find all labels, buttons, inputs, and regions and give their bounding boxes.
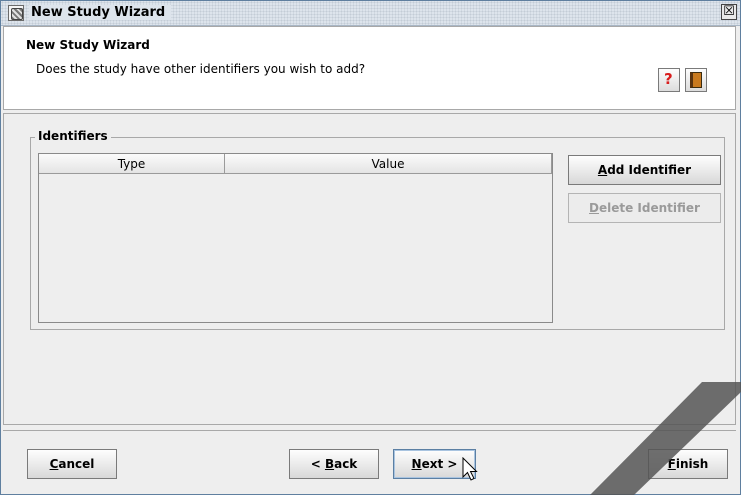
book-button[interactable]: [685, 68, 707, 92]
add-identifier-button[interactable]: Add Identifier: [568, 155, 721, 185]
next-mnemonic: N: [411, 457, 422, 471]
close-button[interactable]: ☒: [721, 4, 737, 20]
back-mnemonic: B: [324, 457, 335, 471]
cancel-button[interactable]: Cancel: [27, 449, 117, 479]
identifiers-group-label: Identifiers: [35, 129, 111, 143]
book-icon: [690, 72, 702, 88]
app-icon: [8, 5, 24, 21]
back-prefix: <: [310, 457, 325, 471]
back-button[interactable]: < Back: [289, 449, 379, 479]
corner-slash-decoration: [590, 382, 741, 495]
delete-identifier-label: elete Identifier: [598, 201, 700, 215]
next-label: ext >: [421, 457, 458, 471]
header-title: New Study Wizard: [26, 38, 150, 52]
column-header-value[interactable]: Value: [225, 154, 552, 174]
identifiers-table[interactable]: Type Value: [38, 153, 553, 323]
header-subtitle: Does the study have other identifiers yo…: [36, 62, 366, 76]
wizard-header-panel: New Study Wizard Does the study have oth…: [3, 26, 736, 110]
mouse-cursor-icon: [462, 457, 478, 481]
cancel-label: ancel: [58, 457, 95, 471]
add-identifier-label: dd Identifier: [607, 163, 692, 177]
help-button[interactable]: ?: [658, 68, 680, 92]
delete-identifier-mnemonic: D: [589, 201, 599, 215]
window-title: New Study Wizard: [29, 5, 172, 20]
back-label: ack: [334, 457, 358, 471]
help-icon: ?: [664, 70, 673, 88]
delete-identifier-button[interactable]: Delete Identifier: [568, 193, 721, 223]
add-identifier-mnemonic: A: [597, 163, 608, 177]
title-bar[interactable]: New Study Wizard ☒: [1, 1, 740, 26]
column-header-type[interactable]: Type: [39, 154, 225, 174]
